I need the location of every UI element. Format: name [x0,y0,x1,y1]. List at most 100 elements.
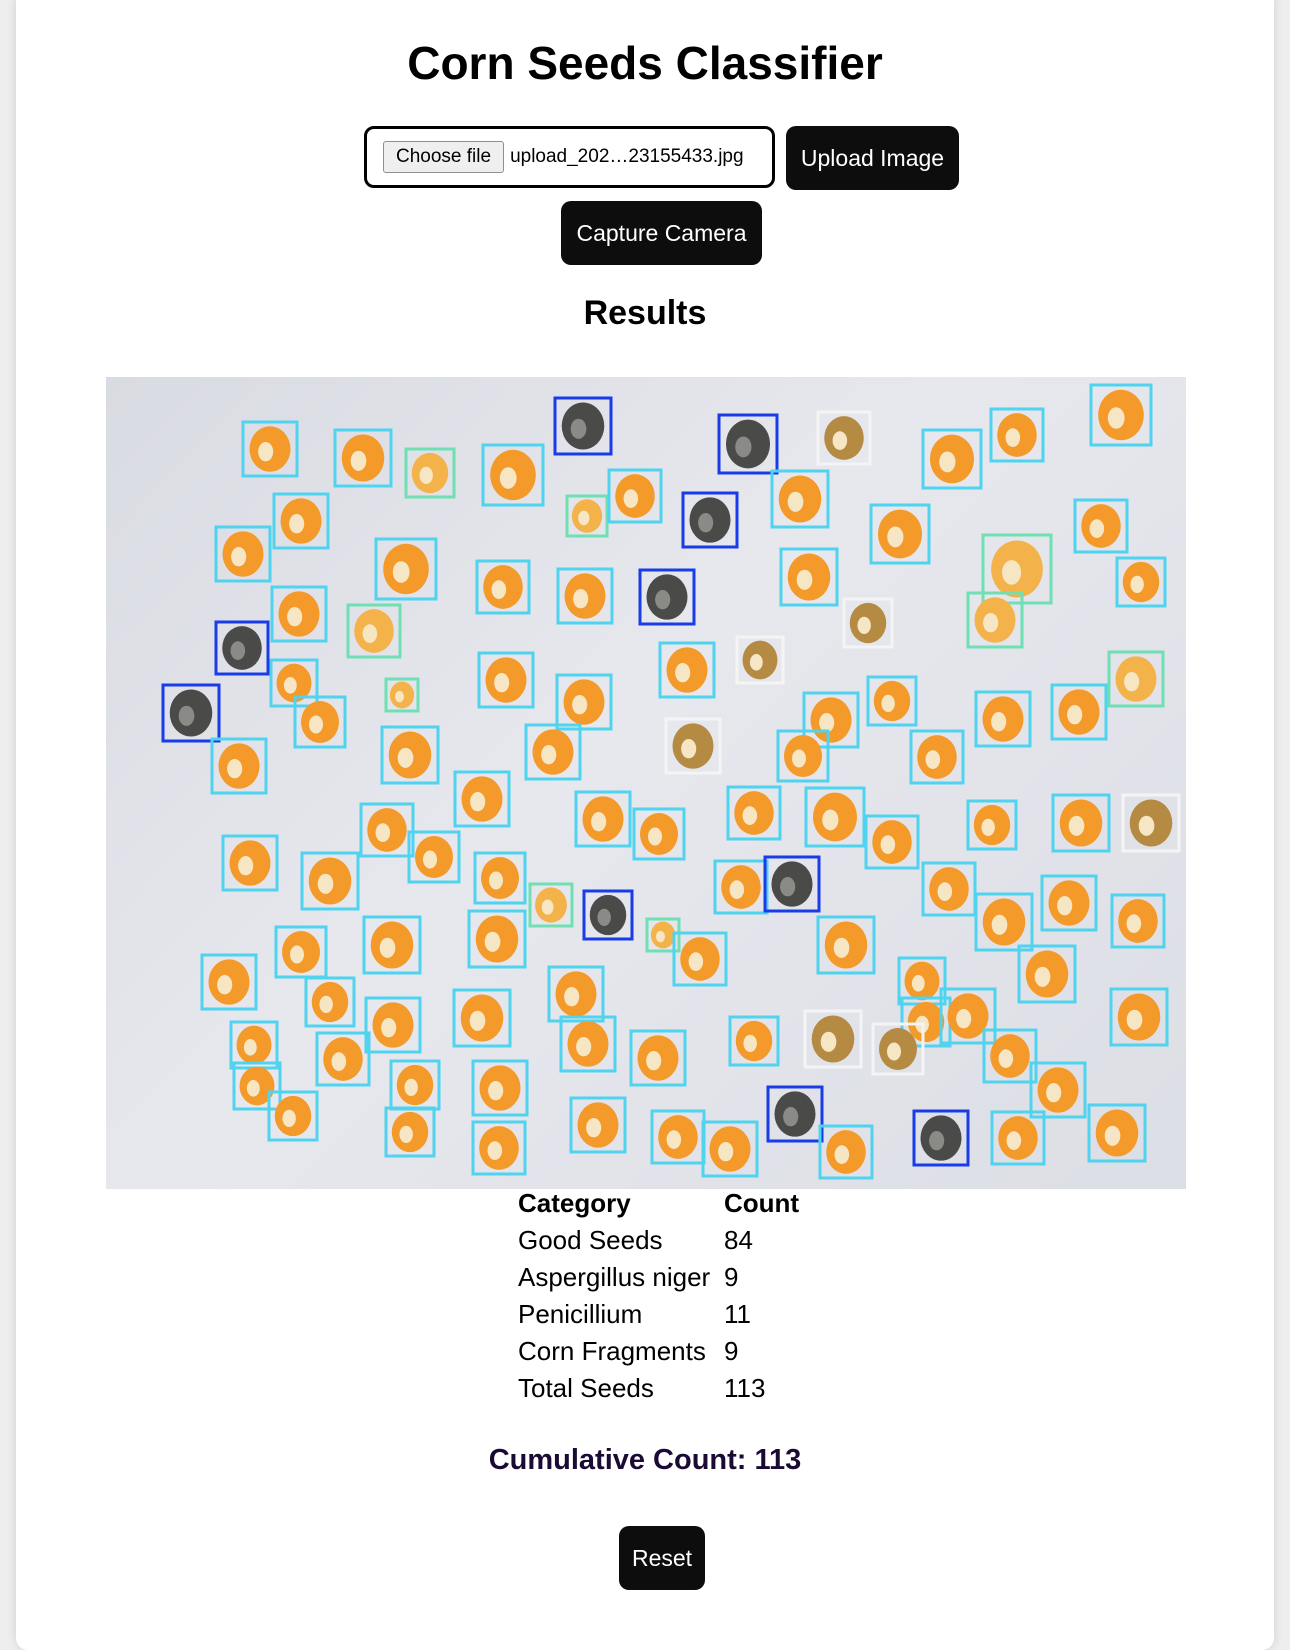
kernel-germ [937,882,953,901]
kernel-germ [880,835,896,854]
kernel-germ [698,512,714,533]
kernel-germ [484,931,501,952]
kernel-germ [379,937,396,958]
kernel-germ [956,1008,972,1029]
table-row: Penicillium 11 [518,1296,799,1333]
kernel-germ [289,513,305,534]
kernel-germ [1005,428,1021,447]
capture-camera-button[interactable]: Capture Camera [561,201,762,265]
kernel-germ [573,588,589,609]
kernel-germ [1126,1009,1143,1030]
kernel-germ [1057,895,1073,916]
kernel-germ [1089,519,1105,538]
kernel-germ [666,1130,682,1149]
kernel-germ [470,791,486,812]
kernel-germ [749,654,763,671]
kernel-germ [404,1078,418,1097]
kernel-germ [499,467,517,489]
kernel-germ [991,914,1008,935]
kernel-germ [350,450,367,471]
row-category: Corn Fragments [518,1336,706,1366]
kernel-germ [362,624,378,643]
kernel-germ [469,1010,486,1031]
row-category: Good Seeds [518,1225,663,1255]
kernel-germ [419,466,433,485]
kernel-germ [1107,407,1125,429]
row-count: 9 [724,1262,739,1292]
kernel-germ [317,873,334,894]
kernel-germ [1130,575,1144,594]
kernel-germ [820,1031,837,1052]
kernel-germ [487,1141,503,1160]
kernel-germ [287,606,303,627]
kernel-germ [231,546,247,567]
row-count: 11 [724,1299,751,1329]
choose-file-button[interactable]: Choose file [383,141,505,173]
kernel-germ [597,908,611,927]
table-row: Good Seeds 84 [518,1222,799,1259]
kernel-germ [375,823,391,842]
kernel-germ [488,1080,504,1101]
kernel-germ [743,1034,757,1053]
kernel-germ [655,589,671,610]
row-category: Penicillium [518,1299,643,1329]
page-title: Corn Seeds Classifier [407,37,883,89]
file-input[interactable]: Choose file upload_202…23155433.jpg [364,126,775,188]
kernel-germ [570,418,587,439]
table-row: Corn Fragments 9 [518,1333,799,1370]
annotated-result-image [106,377,1186,1189]
kernel-germ [578,510,590,526]
kernel-germ [646,1050,662,1071]
kernel-germ [887,526,904,548]
reset-button[interactable]: Reset [619,1526,705,1590]
results-table: Category Count Good Seeds 84 Aspergillus… [518,1185,799,1407]
kernel-germ [217,974,233,995]
kernel-germ [792,749,806,768]
header-count: Count [724,1188,800,1218]
kernel-germ [675,662,691,683]
kernel-germ [1068,815,1085,836]
kernel-germ [648,827,662,846]
kernel-germ [887,1042,901,1061]
row-count: 113 [724,1373,766,1403]
selected-file-name: upload_202…23155433.jpg [510,146,744,167]
kernel-germ [397,747,414,768]
kernel-germ [423,850,437,869]
kernel-germ [178,705,195,726]
kernel-germ [834,1145,850,1164]
table-header-row: Category Count [518,1185,799,1222]
kernel-germ [290,945,304,964]
table-row: Total Seeds 113 [518,1370,799,1407]
kernel-germ [1006,1131,1022,1150]
kernel-germ [929,1130,945,1151]
kernel-germ [1002,560,1022,585]
kernel-germ [494,672,510,693]
kernel-germ [881,694,895,713]
kernel-germ [331,1052,347,1071]
kernel-germ [319,995,333,1014]
cumulative-count: Cumulative Count: 113 [488,1444,802,1476]
results-heading: Results [583,294,707,332]
kernel-germ [591,811,607,832]
kernel-germ [282,1109,296,1128]
upload-image-button[interactable]: Upload Image [786,126,959,190]
kernel-germ [491,580,507,599]
kernel-germ [1138,815,1155,836]
kernel-germ [309,715,323,734]
kernel-germ [939,451,956,473]
kernel-germ [1126,914,1142,933]
kernel-germ [564,986,580,1007]
kernel-germ [857,616,871,635]
kernel-germ [572,694,588,715]
kernel-germ [283,677,297,694]
kernel-germ [655,930,665,943]
kernel-germ [783,1106,799,1127]
kernel-germ [1124,671,1140,692]
kernel-germ [925,750,941,769]
kernel-germ [489,871,503,890]
kernel-germ [833,937,850,958]
kernel-germ [822,809,839,831]
kernel-germ [392,561,410,583]
kernel-germ [541,899,554,915]
detection-overlay [161,383,1181,1180]
